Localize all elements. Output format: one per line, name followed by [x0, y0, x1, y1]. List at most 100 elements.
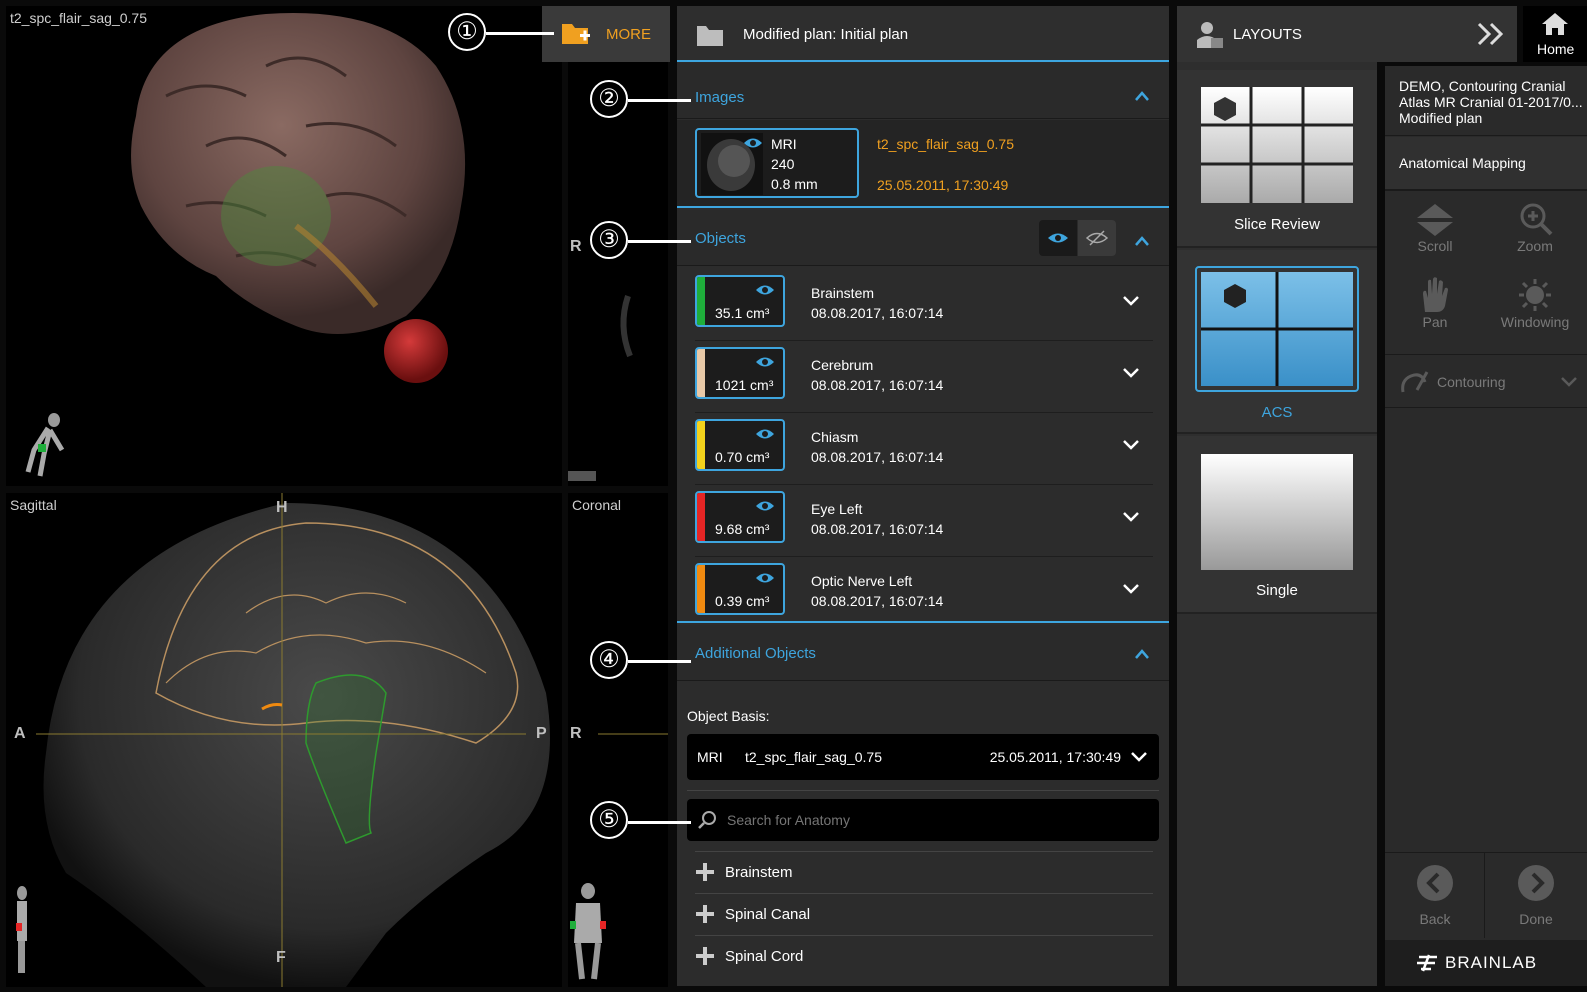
done-button[interactable]: Done	[1485, 852, 1587, 938]
windowing-tool[interactable]: Windowing	[1485, 276, 1585, 342]
objects-section-title: Objects	[695, 230, 746, 247]
object-datetime: 08.08.2017, 16:07:14	[811, 521, 944, 537]
object-datetime: 08.08.2017, 16:07:14	[811, 593, 944, 609]
images-section-header[interactable]: Images	[677, 63, 1169, 119]
chevron-down-icon[interactable]	[1123, 511, 1139, 523]
object-color-swatch	[697, 421, 705, 469]
object-color-swatch	[697, 565, 705, 613]
viewport-3d[interactable]: t2_spc_flair_sag_0.75	[6, 6, 562, 486]
object-volume: 9.68 cm³	[715, 521, 770, 537]
list-item[interactable]: 1021 cm³ Cerebrum 08.08.2017, 16:07:14	[695, 343, 1153, 413]
list-item[interactable]: Spinal Cord	[695, 935, 1153, 977]
chevron-down-icon[interactable]	[1123, 583, 1139, 595]
image-series-name: t2_spc_flair_sag_0.75	[877, 136, 1014, 152]
callout-5-line	[628, 821, 691, 824]
contouring-dropdown[interactable]: Contouring	[1385, 354, 1587, 408]
hide-all-objects-toggle[interactable]	[1078, 220, 1116, 256]
patient-info: DEMO, Contouring Cranial Atlas MR Crania…	[1385, 66, 1587, 136]
plus-icon	[696, 905, 714, 923]
images-section-body: MRI 240 0.8 mm t2_spc_flair_sag_0.75 25.…	[677, 120, 1169, 208]
orientation-posterior-label: P	[536, 725, 547, 742]
chevron-up-icon[interactable]	[1135, 234, 1149, 248]
chevron-down-icon[interactable]	[1123, 367, 1139, 379]
images-section-title: Images	[695, 89, 745, 106]
object-datetime: 08.08.2017, 16:07:14	[811, 377, 944, 393]
contouring-icon	[1401, 371, 1429, 393]
image-card[interactable]: MRI 240 0.8 mm	[695, 128, 859, 198]
more-button[interactable]: MORE	[542, 6, 670, 62]
list-item[interactable]: 9.68 cm³ Eye Left 08.08.2017, 16:07:14	[695, 487, 1153, 557]
object-volume: 0.39 cm³	[715, 593, 770, 609]
callout-4-line	[628, 660, 691, 663]
additional-objects-section-title: Additional Objects	[695, 645, 816, 662]
plan-title: Modified plan: Initial plan	[743, 26, 909, 43]
image-modality: MRI	[771, 136, 797, 152]
pan-hand-icon	[1423, 277, 1448, 312]
object-name: Cerebrum	[811, 357, 874, 373]
home-button[interactable]: Home	[1523, 6, 1587, 62]
image-thickness: 0.8 mm	[771, 176, 818, 192]
chevron-down-icon[interactable]	[1123, 439, 1139, 451]
more-button-label: MORE	[606, 26, 651, 43]
right-panel: DEMO, Contouring Cranial Atlas MR Crania…	[1385, 66, 1587, 986]
object-card[interactable]: 0.39 cm³	[695, 563, 785, 615]
brainlab-logo-icon	[1417, 954, 1437, 972]
viewport-sagittal[interactable]: Sagittal H F A P	[6, 493, 562, 987]
eye-icon[interactable]	[755, 427, 775, 441]
chevron-up-icon[interactable]	[1135, 647, 1149, 661]
single-thumbnail	[1201, 454, 1353, 570]
eye-icon[interactable]	[755, 571, 775, 585]
back-arrow-icon	[1417, 865, 1453, 901]
object-card[interactable]: 0.70 cm³	[695, 419, 785, 471]
search-input[interactable]	[727, 808, 1147, 832]
zoom-tool[interactable]: Zoom	[1485, 202, 1585, 268]
eye-icon[interactable]	[755, 499, 775, 513]
layout-acs[interactable]: ACS	[1177, 250, 1377, 434]
chevron-down-icon[interactable]	[1123, 295, 1139, 307]
scroll-tool[interactable]: Scroll	[1385, 202, 1485, 268]
object-name: Brainstem	[811, 285, 875, 301]
image-datetime: 25.05.2011, 17:30:49	[877, 177, 1009, 193]
object-card[interactable]: 1021 cm³	[695, 347, 785, 399]
eye-icon[interactable]	[755, 355, 775, 369]
layout-slice-review[interactable]: Slice Review	[1177, 70, 1377, 248]
object-card[interactable]: 9.68 cm³	[695, 491, 785, 543]
layout-single[interactable]: Single	[1177, 436, 1377, 614]
viewport-coronal[interactable]: Coronal R	[568, 493, 668, 987]
layouts-title: LAYOUTS	[1233, 26, 1302, 43]
object-volume: 35.1 cm³	[715, 305, 770, 321]
object-basis-select[interactable]: MRI t2_spc_flair_sag_0.75 25.05.2011, 17…	[687, 734, 1159, 780]
list-item[interactable]: 35.1 cm³ Brainstem 08.08.2017, 16:07:14	[695, 271, 1153, 341]
list-item[interactable]: Brainstem	[695, 851, 1153, 893]
viewport-sagittal-label: Sagittal	[10, 497, 57, 513]
chevron-up-icon[interactable]	[1135, 89, 1149, 103]
objects-section-header[interactable]: Objects	[677, 210, 1169, 266]
eye-icon[interactable]	[755, 283, 775, 297]
workflow-step[interactable]: Anatomical Mapping	[1385, 137, 1587, 191]
anatomy-search-box[interactable]	[687, 799, 1159, 841]
basis-modality: MRI	[697, 749, 723, 765]
eye-icon[interactable]	[743, 136, 763, 150]
home-label: Home	[1537, 41, 1575, 57]
list-item[interactable]: Spinal Canal	[695, 893, 1153, 935]
chevron-down-icon	[1561, 377, 1577, 387]
pan-tool[interactable]: Pan	[1385, 276, 1485, 342]
additional-objects-section-header[interactable]: Additional Objects	[677, 625, 1169, 681]
show-all-objects-toggle[interactable]	[1039, 220, 1077, 256]
callout-1-line	[486, 32, 554, 35]
brain-3d-render	[131, 13, 466, 383]
double-chevron-right-icon[interactable]	[1476, 22, 1506, 46]
patient-name: DEMO, Contouring Cranial	[1399, 78, 1566, 94]
windowing-icon	[1519, 279, 1551, 311]
object-card[interactable]: 35.1 cm³	[695, 275, 785, 327]
scroll-icon	[1417, 204, 1453, 236]
brand-name: BRAINLAB	[1445, 953, 1538, 972]
plan-header: Modified plan: Initial plan	[677, 6, 1169, 62]
list-item[interactable]: 0.70 cm³ Chiasm 08.08.2017, 16:07:14	[695, 415, 1153, 485]
forward-arrow-icon	[1518, 865, 1554, 901]
layouts-panel: LAYOUTS Slice Review ACS Single	[1177, 6, 1517, 986]
back-button[interactable]: Back	[1385, 852, 1485, 938]
list-item[interactable]: 0.39 cm³ Optic Nerve Left 08.08.2017, 16…	[695, 559, 1153, 629]
coronal-slice	[570, 733, 668, 980]
search-icon	[698, 811, 716, 829]
